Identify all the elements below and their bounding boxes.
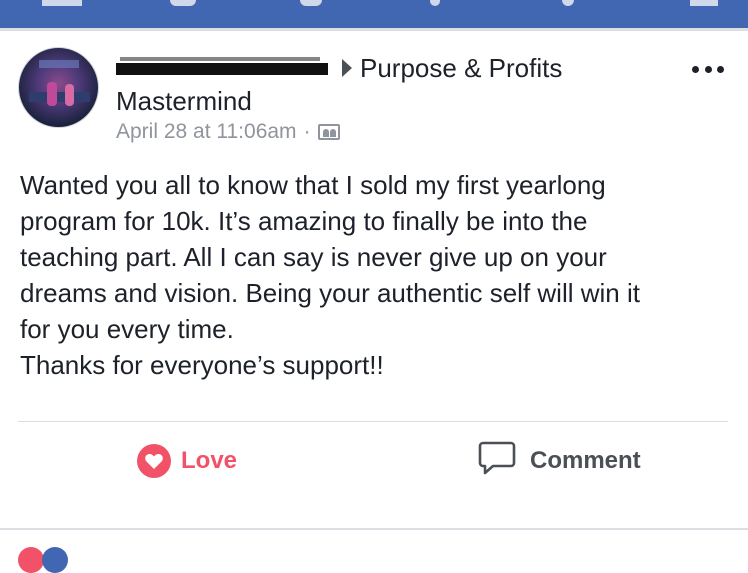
nav-home-icon[interactable]: [42, 0, 82, 6]
comment-label: Comment: [530, 447, 641, 474]
love-reaction-icon: [18, 547, 44, 573]
group-name-link[interactable]: Purpose & Profits: [360, 53, 562, 84]
group-name-link-continued[interactable]: Mastermind: [116, 86, 252, 117]
post-action-bar: Love Comment: [0, 423, 748, 501]
avatar-figure: [47, 82, 57, 106]
feed-post: Purpose & Profits Mastermind April 28 at…: [0, 31, 748, 573]
more-dot: [692, 65, 699, 73]
meta-separator: ·: [303, 120, 311, 143]
post-meta: April 28 at 11:06am ·: [116, 120, 340, 144]
group-audience-icon: [317, 124, 340, 140]
nav-menu-icon[interactable]: [690, 0, 718, 6]
heart-icon: [137, 444, 171, 478]
avatar-figure: [65, 84, 74, 106]
top-navigation-bar: [0, 0, 748, 28]
more-options-icon[interactable]: [690, 59, 726, 79]
more-dot: [704, 65, 712, 73]
nav-notifications-icon[interactable]: [430, 0, 440, 6]
nav-messages-icon[interactable]: [300, 0, 322, 6]
avatar-stage-light: [39, 60, 79, 68]
post-header-line: Purpose & Profits: [116, 53, 562, 83]
author-avatar[interactable]: [18, 47, 99, 128]
nav-marketplace-icon[interactable]: [562, 0, 574, 6]
comment-bubble-icon: [478, 440, 516, 483]
redaction-mark: [120, 57, 320, 61]
more-dot: [717, 65, 724, 73]
like-reaction-icon: [42, 547, 68, 573]
nav-friends-icon[interactable]: [170, 0, 196, 6]
post-divider: [18, 421, 728, 422]
post-timestamp[interactable]: April 28 at 11:06am: [116, 120, 297, 144]
post-body-text: Wanted you all to know that I sold my fi…: [20, 170, 640, 380]
caret-right-icon: [342, 59, 352, 77]
love-label: Love: [181, 447, 238, 474]
avatar-stage: [29, 92, 90, 102]
author-name-redacted[interactable]: [116, 53, 328, 83]
redaction-mark: [116, 63, 328, 75]
love-reaction-button[interactable]: Love: [137, 437, 237, 485]
next-item-reactions-peek: [18, 547, 78, 573]
comment-button[interactable]: Comment: [478, 437, 641, 485]
post-bottom-separator: [0, 528, 748, 530]
